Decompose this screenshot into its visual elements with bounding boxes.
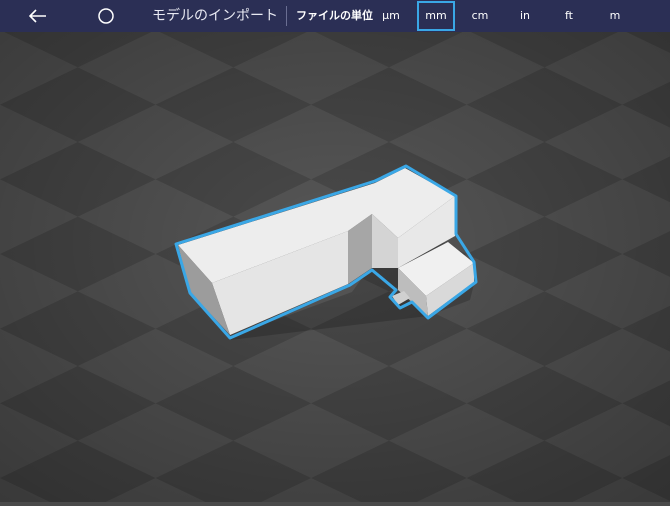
unit-in-button[interactable]: in (506, 1, 544, 31)
back-button[interactable] (18, 0, 58, 32)
toolbar-divider (286, 6, 287, 26)
home-button[interactable] (86, 0, 126, 32)
circle-icon (98, 8, 114, 24)
top-toolbar: モデルのインポート ファイルの単位 µm mm cm in ft m (0, 0, 670, 32)
3d-viewport[interactable] (0, 32, 670, 502)
page-title: モデルのインポート (152, 8, 278, 24)
unit-mm-button[interactable]: mm (417, 1, 455, 31)
unit-ft-button[interactable]: ft (550, 1, 588, 31)
back-arrow-icon (29, 9, 46, 23)
unit-um-button[interactable]: µm (372, 1, 410, 31)
unit-cm-button[interactable]: cm (461, 1, 499, 31)
unit-m-button[interactable]: m (596, 1, 634, 31)
file-units-label: ファイルの単位 (296, 9, 373, 22)
scene (0, 32, 670, 502)
